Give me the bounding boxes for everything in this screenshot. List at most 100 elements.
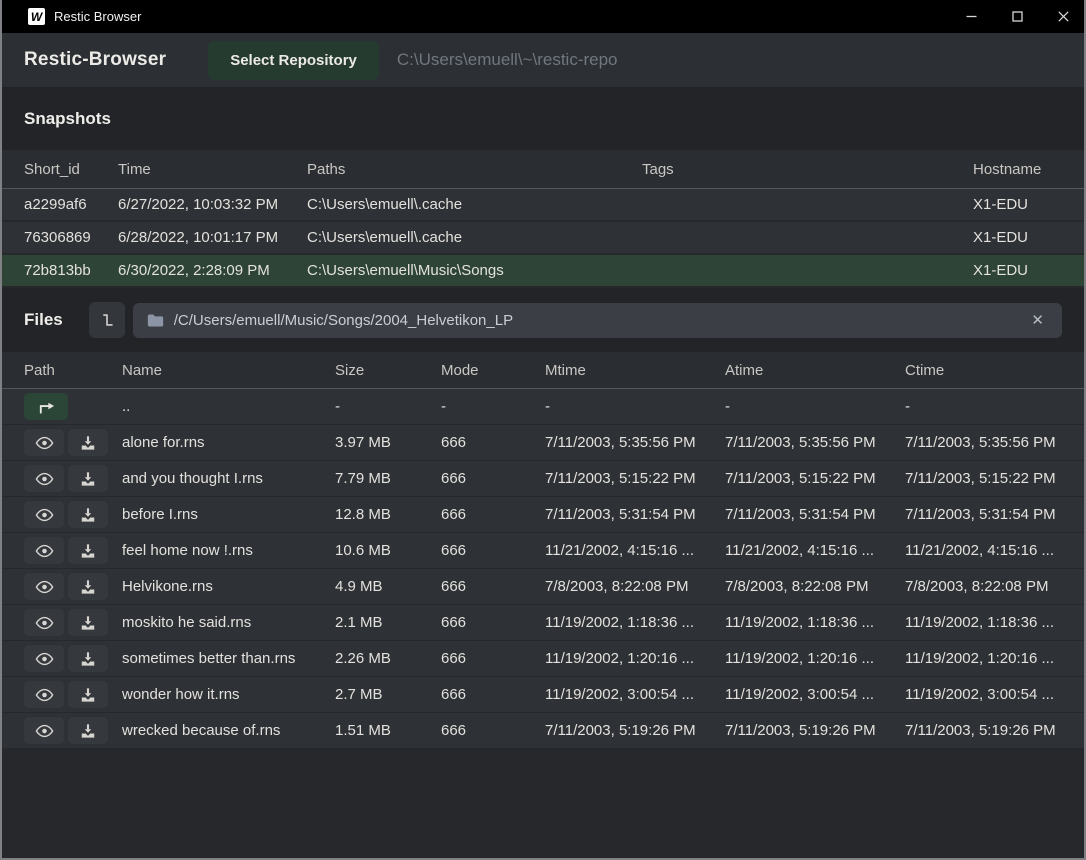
eye-icon bbox=[35, 724, 54, 738]
download-icon bbox=[80, 615, 96, 631]
breadcrumb-path: /C/Users/emuell/Music/Songs/2004_Helveti… bbox=[174, 312, 1028, 329]
snapshot-row[interactable]: a2299af66/27/2022, 10:03:32 PMC:\Users\e… bbox=[2, 189, 1084, 222]
file-atime: 11/21/2002, 4:15:16 ... bbox=[725, 542, 905, 559]
file-name: feel home now !.rns bbox=[122, 542, 335, 559]
file-mode: 666 bbox=[441, 470, 545, 487]
app-title: Restic-Browser bbox=[24, 49, 166, 71]
snapshot-paths: C:\Users\emuell\.cache bbox=[307, 229, 642, 246]
file-mtime: 7/11/2003, 5:35:56 PM bbox=[545, 434, 725, 451]
minimize-icon bbox=[966, 11, 977, 22]
file-mtime: 11/19/2002, 1:18:36 ... bbox=[545, 614, 725, 631]
app-header: Restic-Browser Select Repository C:\User… bbox=[2, 33, 1084, 87]
folder-icon bbox=[147, 313, 164, 328]
file-size: 2.7 MB bbox=[335, 686, 441, 703]
file-mode: 666 bbox=[441, 506, 545, 523]
download-file-button[interactable] bbox=[68, 537, 108, 564]
download-icon bbox=[80, 543, 96, 559]
file-atime: 7/11/2003, 5:15:22 PM bbox=[725, 470, 905, 487]
download-file-button[interactable] bbox=[68, 645, 108, 672]
download-file-button[interactable] bbox=[68, 429, 108, 456]
view-file-button[interactable] bbox=[24, 465, 64, 492]
view-file-button[interactable] bbox=[24, 429, 64, 456]
titlebar: W Restic Browser bbox=[0, 0, 1086, 33]
snapshots-band: Snapshots bbox=[2, 87, 1084, 150]
file-mode: 666 bbox=[441, 614, 545, 631]
file-name: before I.rns bbox=[122, 506, 335, 523]
download-file-button[interactable] bbox=[68, 465, 108, 492]
app-window: W Restic Browser Restic-Browser Select R… bbox=[0, 0, 1086, 860]
col-tags: Tags bbox=[642, 161, 973, 178]
file-row-actions bbox=[24, 501, 122, 528]
go-up-directory-button[interactable] bbox=[24, 393, 68, 420]
col-atime: Atime bbox=[725, 362, 905, 379]
eye-icon bbox=[35, 616, 54, 630]
download-icon bbox=[80, 579, 96, 595]
view-file-button[interactable] bbox=[24, 537, 64, 564]
download-icon bbox=[80, 435, 96, 451]
snapshot-paths: C:\Users\emuell\.cache bbox=[307, 196, 642, 213]
download-icon bbox=[80, 651, 96, 667]
repository-path: C:\Users\emuell\~\restic-repo bbox=[397, 50, 618, 70]
view-file-button[interactable] bbox=[24, 717, 64, 744]
file-row-actions bbox=[24, 681, 122, 708]
file-size: 1.51 MB bbox=[335, 722, 441, 739]
snapshot-row[interactable]: 763068696/28/2022, 10:01:17 PMC:\Users\e… bbox=[2, 222, 1084, 255]
snapshot-hostname: X1-EDU bbox=[973, 262, 1061, 279]
view-file-button[interactable] bbox=[24, 573, 64, 600]
minimize-button[interactable] bbox=[948, 0, 994, 33]
file-row: wonder how it.rns2.7 MB66611/19/2002, 3:… bbox=[2, 677, 1084, 713]
download-file-button[interactable] bbox=[68, 609, 108, 636]
view-file-button[interactable] bbox=[24, 609, 64, 636]
download-file-button[interactable] bbox=[68, 681, 108, 708]
download-icon bbox=[80, 687, 96, 703]
snapshots-table-header: Short_id Time Paths Tags Hostname bbox=[2, 150, 1084, 189]
file-row: Helvikone.rns4.9 MB6667/8/2003, 8:22:08 … bbox=[2, 569, 1084, 605]
eye-icon bbox=[35, 508, 54, 522]
file-mtime: 7/8/2003, 8:22:08 PM bbox=[545, 578, 725, 595]
file-atime: 11/19/2002, 1:20:16 ... bbox=[725, 650, 905, 667]
file-ctime: - bbox=[905, 398, 1061, 415]
file-size: 3.97 MB bbox=[335, 434, 441, 451]
eye-icon bbox=[35, 652, 54, 666]
download-file-button[interactable] bbox=[68, 501, 108, 528]
file-row: and you thought I.rns7.79 MB6667/11/2003… bbox=[2, 461, 1084, 497]
file-name: Helvikone.rns bbox=[122, 578, 335, 595]
col-mode: Mode bbox=[441, 362, 545, 379]
download-icon bbox=[80, 723, 96, 739]
snapshots-table-body: a2299af66/27/2022, 10:03:32 PMC:\Users\e… bbox=[2, 189, 1084, 288]
file-row-actions bbox=[24, 609, 122, 636]
maximize-button[interactable] bbox=[994, 0, 1040, 33]
download-file-button[interactable] bbox=[68, 717, 108, 744]
file-row: before I.rns12.8 MB6667/11/2003, 5:31:54… bbox=[2, 497, 1084, 533]
file-mode: 666 bbox=[441, 434, 545, 451]
wails-logo-icon: W bbox=[28, 8, 45, 25]
file-ctime: 11/19/2002, 3:00:54 ... bbox=[905, 686, 1061, 703]
file-row-actions bbox=[24, 393, 122, 420]
view-file-button[interactable] bbox=[24, 681, 64, 708]
tree-view-icon bbox=[98, 311, 116, 329]
snapshot-hostname: X1-EDU bbox=[973, 196, 1061, 213]
eye-icon bbox=[35, 436, 54, 450]
window-title: Restic Browser bbox=[54, 9, 141, 24]
tree-view-toggle-button[interactable] bbox=[89, 302, 125, 338]
file-size: 2.26 MB bbox=[335, 650, 441, 667]
file-atime: 11/19/2002, 1:18:36 ... bbox=[725, 614, 905, 631]
breadcrumb-close-button[interactable]: ✕ bbox=[1027, 309, 1048, 331]
file-atime: 11/19/2002, 3:00:54 ... bbox=[725, 686, 905, 703]
file-atime: 7/11/2003, 5:31:54 PM bbox=[725, 506, 905, 523]
file-row: sometimes better than.rns2.26 MB66611/19… bbox=[2, 641, 1084, 677]
snapshot-paths: C:\Users\emuell\Music\Songs bbox=[307, 262, 642, 279]
download-file-button[interactable] bbox=[68, 573, 108, 600]
view-file-button[interactable] bbox=[24, 501, 64, 528]
view-file-button[interactable] bbox=[24, 645, 64, 672]
up-directory-icon bbox=[35, 398, 57, 415]
file-size: - bbox=[335, 398, 441, 415]
snapshot-row[interactable]: 72b813bb6/30/2022, 2:28:09 PMC:\Users\em… bbox=[2, 255, 1084, 288]
select-repository-button[interactable]: Select Repository bbox=[208, 41, 379, 80]
close-button[interactable] bbox=[1040, 0, 1086, 33]
snapshot-time: 6/30/2022, 2:28:09 PM bbox=[118, 262, 307, 279]
file-size: 7.79 MB bbox=[335, 470, 441, 487]
eye-icon bbox=[35, 580, 54, 594]
snapshot-short-id: 72b813bb bbox=[24, 262, 118, 279]
file-mtime: 7/11/2003, 5:15:22 PM bbox=[545, 470, 725, 487]
